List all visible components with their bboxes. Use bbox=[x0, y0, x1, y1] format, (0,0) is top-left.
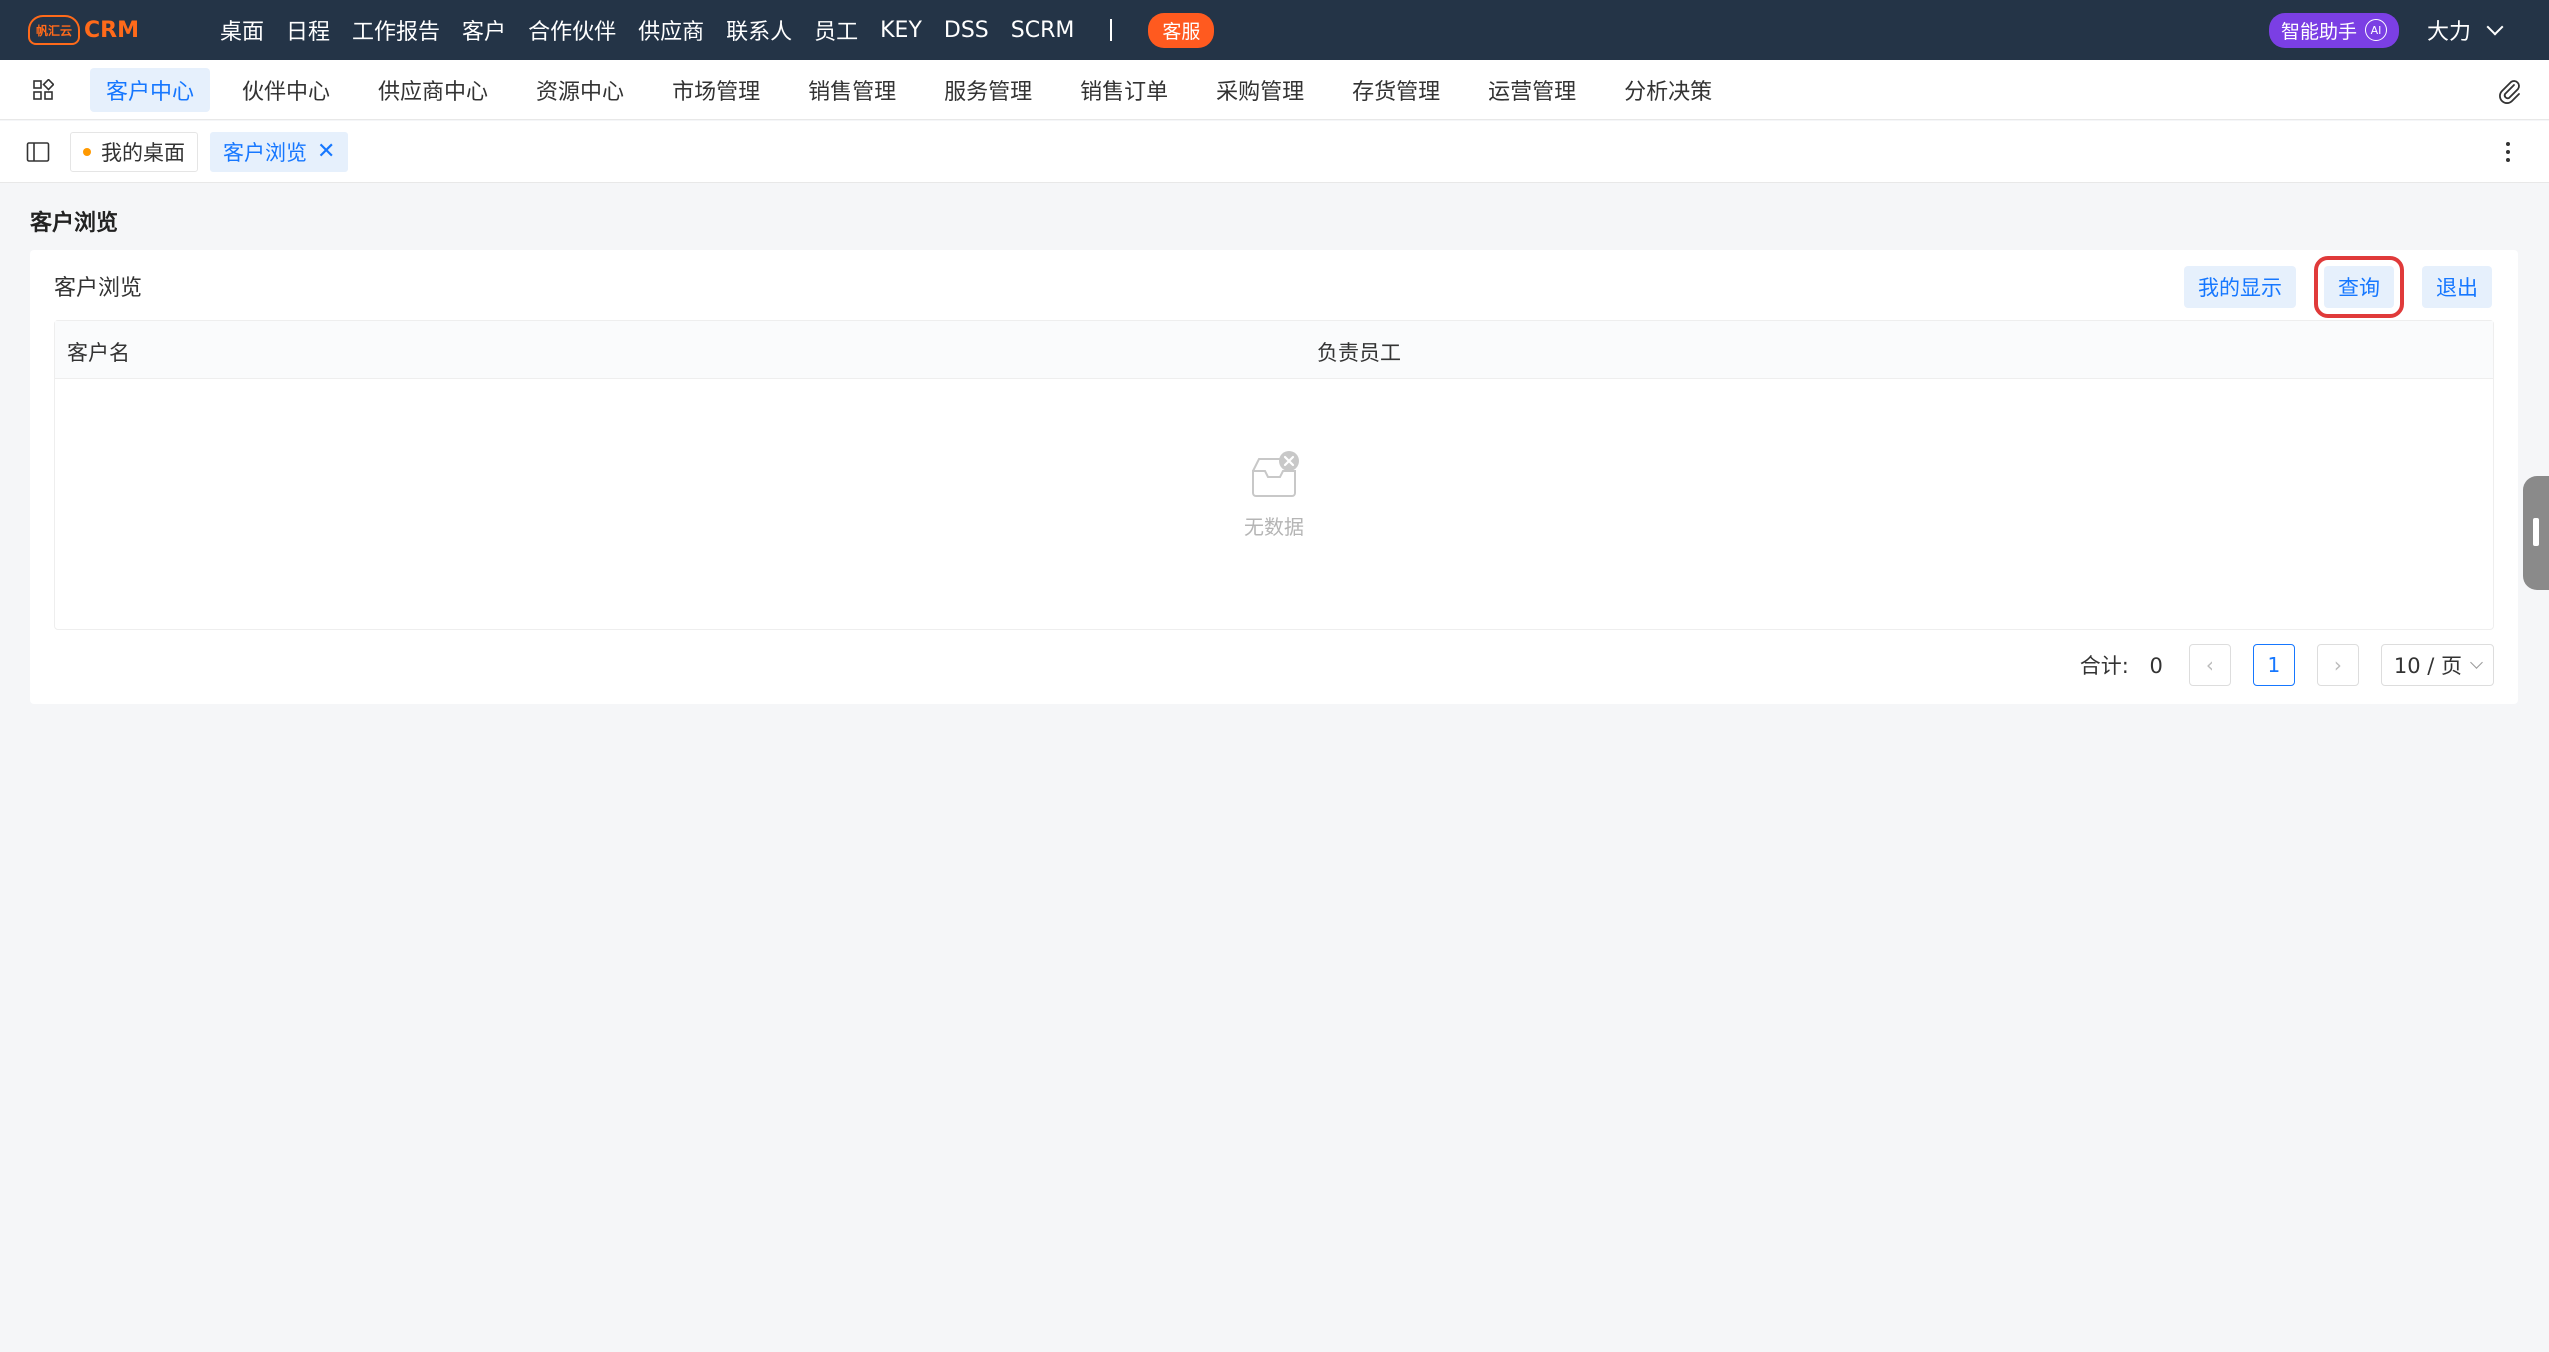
empty-text: 无数据 bbox=[1244, 515, 1304, 539]
page-size-select[interactable]: 10 / 页 bbox=[2380, 644, 2494, 686]
module-tab-customer-center[interactable]: 客户中心 bbox=[90, 67, 211, 112]
logo-badge: 帆汇云 bbox=[28, 15, 80, 45]
nav-key[interactable]: KEY bbox=[880, 18, 922, 43]
user-name: 大力 bbox=[2426, 20, 2471, 45]
nav-scrm[interactable]: SCRM bbox=[1011, 18, 1075, 43]
exit-button[interactable]: 退出 bbox=[2422, 266, 2492, 308]
page-size-value: 10 / 页 bbox=[2393, 654, 2462, 678]
nav-supplier[interactable]: 供应商 bbox=[638, 14, 704, 46]
total-count: 合计: 0 bbox=[2080, 650, 2163, 680]
logo[interactable]: 帆汇云 CRM bbox=[28, 10, 178, 50]
module-tab-sales-order[interactable]: 销售订单 bbox=[1064, 68, 1184, 112]
ai-assistant-button[interactable]: 智能助手 AI bbox=[2268, 12, 2399, 48]
customer-table: 客户名 负责员工 无数据 bbox=[54, 320, 2494, 630]
sidebar-toggle-icon[interactable] bbox=[26, 141, 50, 163]
nav-dss[interactable]: DSS bbox=[944, 18, 989, 43]
next-page-button[interactable]: › bbox=[2316, 644, 2359, 686]
nav-schedule[interactable]: 日程 bbox=[286, 14, 330, 46]
chevron-down-icon bbox=[2470, 656, 2483, 669]
top-nav: 桌面 日程 工作报告 客户 合作伙伴 供应商 联系人 员工 KEY DSS SC… bbox=[220, 12, 1215, 48]
unsaved-dot-icon bbox=[83, 147, 91, 156]
nav-partner[interactable]: 合作伙伴 bbox=[528, 14, 616, 46]
module-tab-analytics[interactable]: 分析决策 bbox=[1608, 68, 1728, 112]
page-tabs: 我的桌面 客户浏览 ✕ bbox=[70, 131, 360, 172]
nav-divider bbox=[1110, 19, 1113, 41]
nav-customer[interactable]: 客户 bbox=[462, 14, 506, 46]
empty-inbox-icon bbox=[1252, 451, 1299, 497]
page-tab-desktop[interactable]: 我的桌面 bbox=[70, 131, 198, 172]
module-tab-service[interactable]: 服务管理 bbox=[928, 68, 1048, 112]
logo-text: CRM bbox=[84, 17, 139, 43]
table-header: 客户名 负责员工 bbox=[55, 321, 2493, 379]
column-responsible-employee[interactable]: 负责员工 bbox=[1317, 337, 1401, 367]
my-display-button[interactable]: 我的显示 bbox=[2184, 266, 2296, 308]
module-tab-purchase[interactable]: 采购管理 bbox=[1200, 68, 1320, 112]
module-navbar: 客户中心 伙伴中心 供应商中心 资源中心 市场管理 销售管理 服务管理 销售订单… bbox=[0, 60, 2549, 120]
ai-icon: AI bbox=[2364, 19, 2387, 41]
close-icon[interactable]: ✕ bbox=[317, 139, 335, 164]
page-tab-label: 我的桌面 bbox=[101, 140, 185, 165]
column-customer-name[interactable]: 客户名 bbox=[67, 337, 130, 367]
customer-browse-panel: 客户浏览 我的显示 查询 退出 客户名 负责员工 无数据 合计: 0 ‹ 1 › bbox=[30, 250, 2518, 704]
module-tab-resource-center[interactable]: 资源中心 bbox=[520, 68, 640, 112]
nav-contact[interactable]: 联系人 bbox=[726, 14, 792, 46]
customer-service-button[interactable]: 客服 bbox=[1148, 12, 1215, 48]
nav-desktop[interactable]: 桌面 bbox=[220, 14, 264, 46]
user-menu[interactable]: 大力 bbox=[2426, 14, 2504, 46]
module-tab-partner-center[interactable]: 伙伴中心 bbox=[226, 68, 346, 112]
empty-state: 无数据 bbox=[55, 449, 2493, 540]
module-tab-operations[interactable]: 运营管理 bbox=[1472, 68, 1592, 112]
page-title: 客户浏览 bbox=[30, 211, 119, 236]
module-tab-marketing[interactable]: 市场管理 bbox=[656, 68, 776, 112]
more-vertical-icon[interactable] bbox=[2505, 139, 2511, 165]
page-tab-customer-browse[interactable]: 客户浏览 ✕ bbox=[210, 131, 349, 172]
nav-work-report[interactable]: 工作报告 bbox=[352, 14, 440, 46]
side-drawer-handle[interactable] bbox=[2523, 476, 2549, 590]
panel-actions: 我的显示 查询 退出 bbox=[2168, 256, 2492, 318]
paperclip-icon[interactable] bbox=[2495, 76, 2523, 104]
chevron-down-icon bbox=[2486, 18, 2504, 36]
module-tab-inventory[interactable]: 存货管理 bbox=[1336, 68, 1456, 112]
top-navbar: 帆汇云 CRM 桌面 日程 工作报告 客户 合作伙伴 供应商 联系人 员工 KE… bbox=[0, 0, 2549, 60]
nav-employee[interactable]: 员工 bbox=[814, 14, 858, 46]
panel-title: 客户浏览 bbox=[54, 276, 143, 301]
query-button[interactable]: 查询 bbox=[2314, 256, 2404, 318]
pagination: 合计: 0 ‹ 1 › 10 / 页 bbox=[2080, 644, 2494, 686]
page-tab-label: 客户浏览 bbox=[223, 140, 307, 165]
module-tab-supplier-center[interactable]: 供应商中心 bbox=[362, 68, 504, 112]
ai-assistant-label: 智能助手 bbox=[2280, 20, 2357, 43]
app-grid-icon[interactable] bbox=[32, 79, 54, 101]
top-right-area: 智能助手 AI 大力 bbox=[2268, 0, 2504, 60]
page-tab-strip: 我的桌面 客户浏览 ✕ bbox=[0, 121, 2549, 183]
page-number-button[interactable]: 1 bbox=[2252, 644, 2295, 686]
total-label: 合计: bbox=[2079, 654, 2129, 678]
module-tab-sales[interactable]: 销售管理 bbox=[792, 68, 912, 112]
prev-page-button[interactable]: ‹ bbox=[2188, 644, 2231, 686]
module-tabs: 客户中心 伙伴中心 供应商中心 资源中心 市场管理 销售管理 服务管理 销售订单… bbox=[90, 67, 1744, 112]
total-value: 0 bbox=[2149, 654, 2163, 678]
